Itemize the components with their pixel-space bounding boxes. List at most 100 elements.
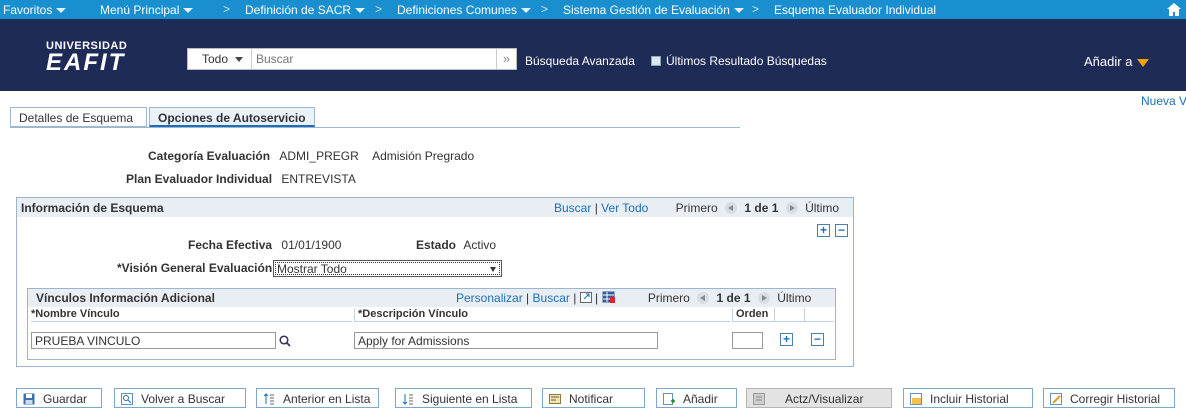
view-all-icon[interactable] bbox=[579, 292, 592, 303]
correct-history-label: Corregir Historial bbox=[1070, 392, 1161, 406]
order-input[interactable] bbox=[732, 332, 763, 349]
save-label: Guardar bbox=[43, 392, 88, 406]
add-row-button[interactable]: + bbox=[817, 224, 830, 237]
notify-label: Notificar bbox=[569, 392, 614, 406]
delete-row-button[interactable]: − bbox=[811, 333, 824, 346]
add-icon bbox=[663, 393, 675, 405]
last-results-link[interactable]: Últimos Resultado Búsquedas bbox=[651, 54, 827, 68]
update-display-button[interactable]: Actz/Visualizar bbox=[746, 388, 892, 408]
last-label[interactable]: Último bbox=[777, 291, 811, 305]
tab-divider bbox=[10, 127, 740, 128]
next-row-icon[interactable] bbox=[757, 292, 770, 304]
plan-field: Plan Evaluador Individual ENTREVISTA bbox=[126, 172, 356, 186]
overview-label-wrap: *Visión General Evaluación bbox=[117, 261, 272, 275]
new-window-link[interactable]: Nueva Ve bbox=[1141, 94, 1186, 108]
search-input[interactable] bbox=[256, 50, 486, 68]
main-menu[interactable]: Menú Principal bbox=[100, 3, 194, 17]
chevron-down-icon bbox=[355, 8, 366, 14]
link-name-input[interactable] bbox=[31, 332, 276, 349]
previous-row-icon[interactable] bbox=[725, 202, 738, 214]
breadcrumb-label: Definición de SACR bbox=[245, 3, 352, 17]
links-grid-nav: Personalizar | Buscar | | Primero 1 de 1… bbox=[456, 291, 811, 305]
breadcrumb-item-sacr[interactable]: Definición de SACR bbox=[245, 3, 366, 17]
favorites-menu[interactable]: Favoritos bbox=[3, 3, 67, 17]
previous-row-icon[interactable] bbox=[697, 292, 710, 304]
separator: | bbox=[594, 201, 598, 215]
first-label[interactable]: Primero bbox=[676, 201, 718, 215]
page-toolbar: Guardar Volver a Buscar Anterior en List… bbox=[0, 388, 1186, 408]
tab-self-service-options[interactable]: Opciones de Autoservicio bbox=[149, 107, 315, 127]
return-to-search-button[interactable]: Volver a Buscar bbox=[114, 388, 246, 408]
plan-label: Plan Evaluador Individual bbox=[126, 172, 273, 186]
category-code: ADMI_PREGR bbox=[279, 149, 359, 163]
search-scope-value: Todo bbox=[202, 52, 229, 66]
global-search: Todo » bbox=[187, 48, 517, 70]
return-search-icon bbox=[121, 393, 133, 405]
delete-row-button[interactable]: − bbox=[835, 224, 848, 237]
search-go-icon[interactable]: » bbox=[496, 49, 516, 69]
first-label[interactable]: Primero bbox=[648, 291, 690, 305]
next-icon bbox=[402, 394, 413, 405]
category-field: Categoría Evaluación ADMI_PREGR Admisión… bbox=[148, 149, 474, 163]
next-in-list-button[interactable]: Siguiente en Lista bbox=[395, 388, 532, 408]
search-scope-dropdown[interactable]: Todo bbox=[188, 49, 252, 69]
chevron-down-icon bbox=[235, 57, 244, 63]
add-row-button[interactable]: + bbox=[780, 333, 793, 346]
main-menu-label: Menú Principal bbox=[100, 3, 180, 17]
favorites-label: Favoritos bbox=[3, 3, 53, 17]
chevron-down-icon bbox=[183, 8, 194, 14]
advanced-search-link[interactable]: Búsqueda Avanzada bbox=[525, 54, 635, 68]
correct-history-button[interactable]: Corregir Historial bbox=[1043, 388, 1175, 408]
university-logo: UNIVERSIDAD EAFIT bbox=[46, 41, 127, 76]
add-to-label: Añadir a bbox=[1084, 54, 1133, 69]
breadcrumb-item-evaluation[interactable]: Sistema Gestión de Evaluación bbox=[563, 3, 744, 17]
correct-history-icon bbox=[1050, 393, 1062, 405]
add-to-menu[interactable]: Añadir a bbox=[1084, 54, 1150, 69]
overview-select-value: Mostrar Todo bbox=[277, 262, 347, 276]
chevron-down-icon bbox=[733, 8, 744, 14]
category-label: Categoría Evaluación bbox=[148, 149, 271, 163]
chevron-down-icon bbox=[521, 8, 532, 14]
breadcrumb-separator-icon: > bbox=[541, 2, 549, 16]
breadcrumb-item-current[interactable]: Esquema Evaluador Individual bbox=[774, 3, 936, 17]
category-description: Admisión Pregrado bbox=[372, 149, 475, 163]
effective-date-label: Fecha Efectiva bbox=[188, 238, 273, 252]
schema-nav: Buscar | Ver Todo Primero 1 de 1 Último bbox=[554, 201, 839, 215]
include-history-label: Incluir Historial bbox=[930, 392, 1009, 406]
schema-search-link[interactable]: Buscar bbox=[554, 201, 591, 215]
view-all-link[interactable]: Ver Todo bbox=[601, 201, 648, 215]
grid-search-link[interactable]: Buscar bbox=[533, 291, 570, 305]
effective-date-value: 01/01/1900 bbox=[281, 238, 342, 252]
personalize-link[interactable]: Personalizar bbox=[456, 291, 523, 305]
download-grid-icon[interactable] bbox=[602, 291, 615, 303]
tab-schema-details[interactable]: Detalles de Esquema bbox=[10, 107, 147, 127]
plan-value: ENTREVISTA bbox=[281, 172, 356, 186]
include-history-button[interactable]: Incluir Historial bbox=[903, 388, 1033, 408]
breadcrumb-item-common[interactable]: Definiciones Comunes bbox=[397, 3, 532, 17]
lookup-search-icon[interactable] bbox=[279, 335, 291, 347]
status-value: Activo bbox=[463, 238, 497, 252]
save-button[interactable]: Guardar bbox=[16, 388, 102, 408]
include-history-icon bbox=[910, 393, 922, 405]
links-grid-title: Vínculos Información Adicional bbox=[36, 291, 215, 305]
last-label[interactable]: Último bbox=[805, 201, 839, 215]
previous-in-list-button[interactable]: Anterior en Lista bbox=[256, 388, 379, 408]
last-results-label: Últimos Resultado Búsquedas bbox=[666, 54, 827, 68]
home-icon[interactable] bbox=[1166, 2, 1182, 17]
overview-select[interactable]: Mostrar Todo bbox=[273, 260, 502, 277]
link-description-input[interactable] bbox=[354, 332, 658, 349]
row-range: 1 de 1 bbox=[716, 291, 751, 305]
notify-icon bbox=[549, 394, 561, 404]
schema-info-title: Información de Esquema bbox=[21, 201, 164, 215]
update-display-label: Actz/Visualizar bbox=[785, 392, 864, 406]
next-row-icon[interactable] bbox=[785, 202, 798, 214]
breadcrumb-label: Definiciones Comunes bbox=[397, 3, 518, 17]
logo-line-2: EAFIT bbox=[46, 49, 126, 76]
links-grid: Vínculos Información Adicional Personali… bbox=[27, 288, 836, 360]
notify-button[interactable]: Notificar bbox=[542, 388, 645, 408]
add-button[interactable]: Añadir bbox=[656, 388, 737, 408]
column-header-add bbox=[774, 308, 804, 322]
effective-date-field: Fecha Efectiva 01/01/1900 bbox=[188, 238, 341, 252]
schema-info-header: Información de Esquema Buscar | Ver Todo… bbox=[17, 198, 853, 217]
chevron-down-icon bbox=[1137, 58, 1150, 67]
